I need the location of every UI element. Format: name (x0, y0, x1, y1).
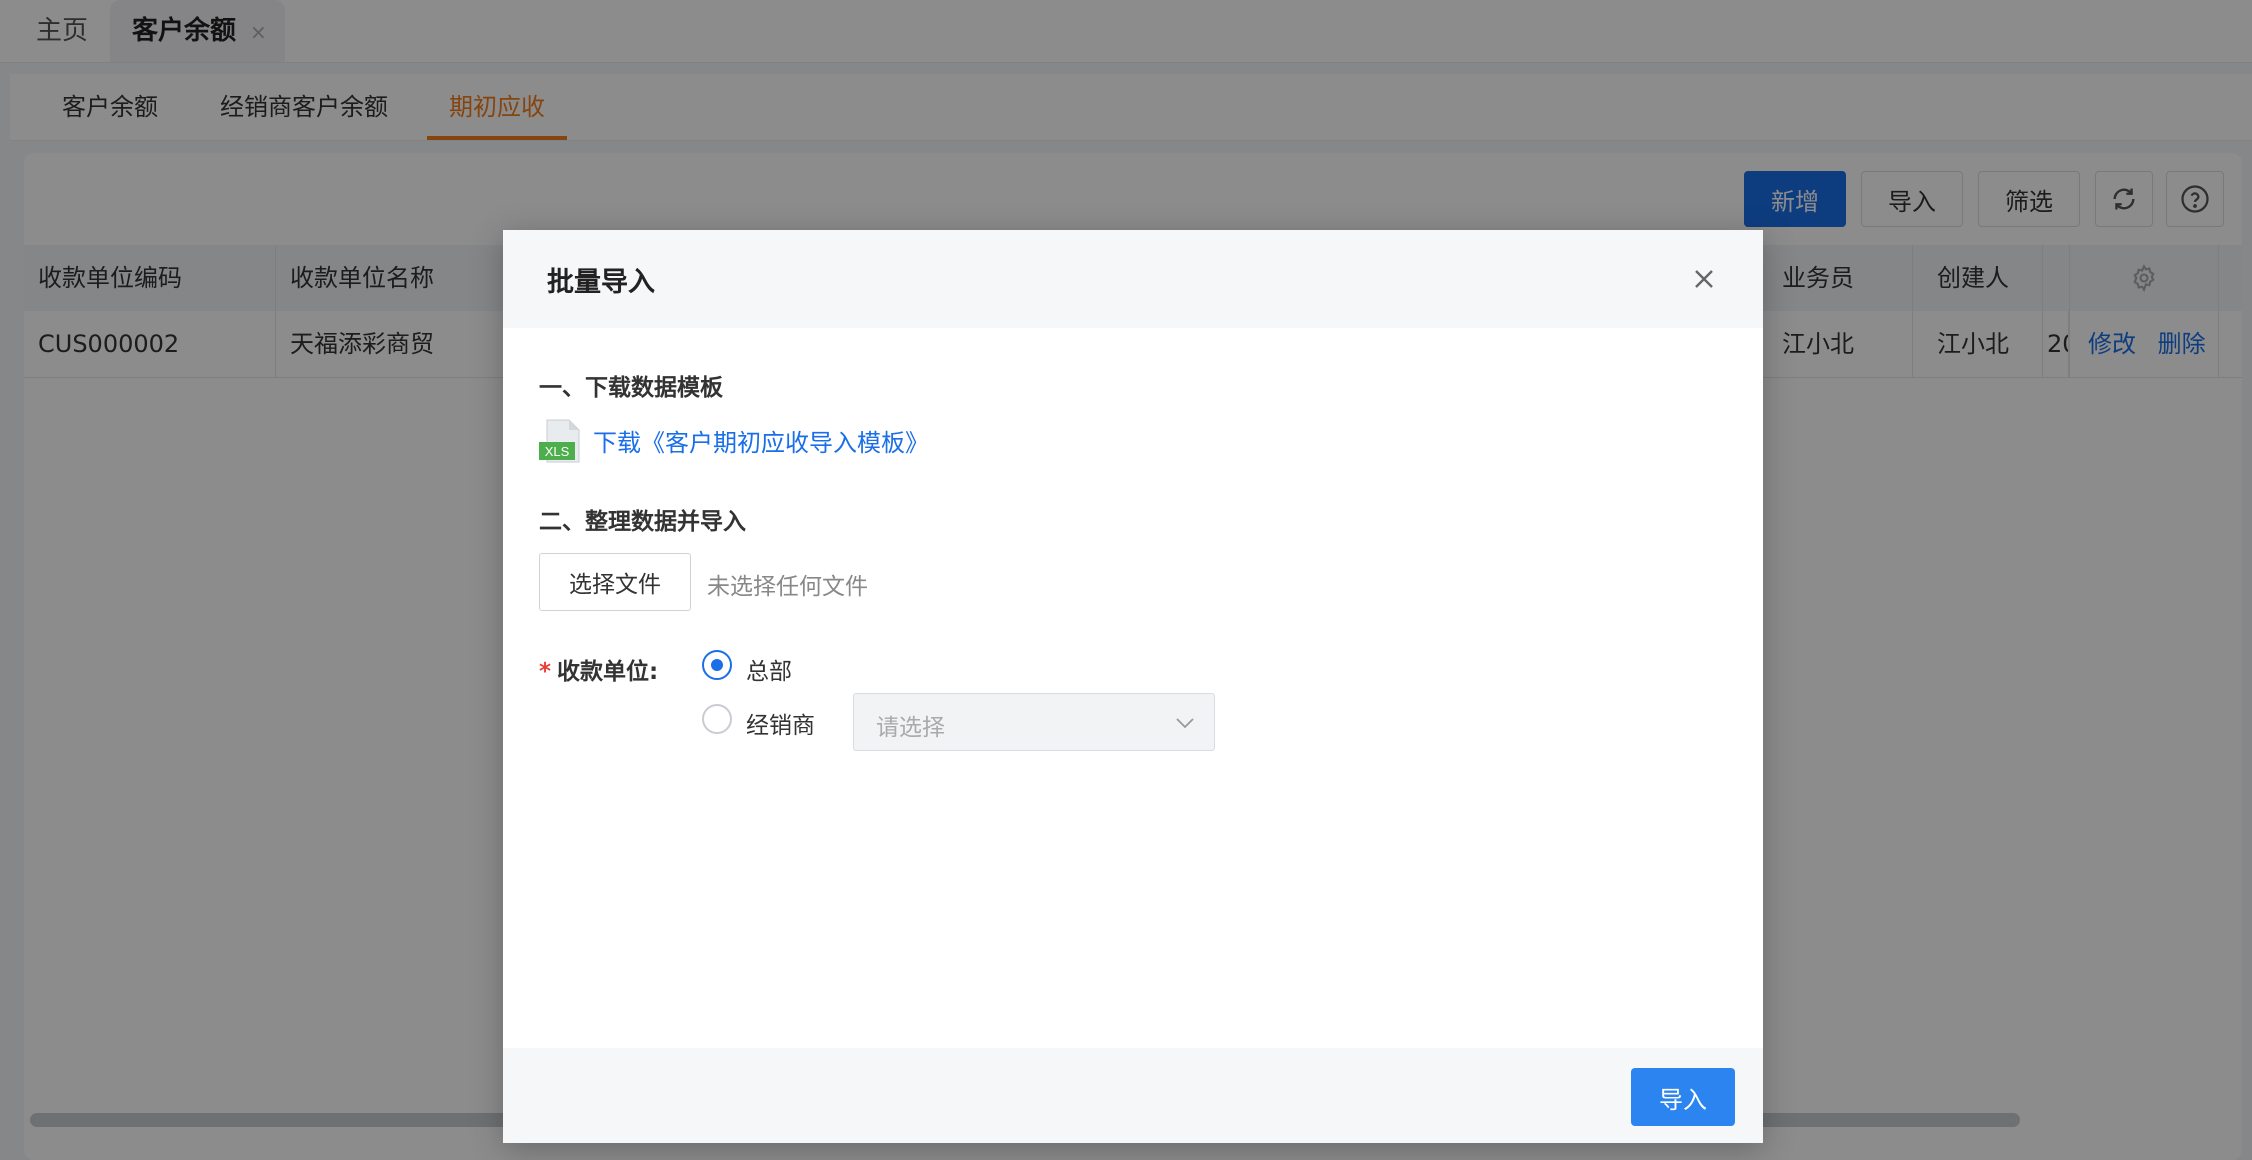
receiving-unit-label: * 收款单位: (539, 652, 658, 686)
no-file-text: 未选择任何文件 (707, 574, 868, 600)
download-template-link[interactable]: 下载《客户期初应收导入模板》 (593, 423, 929, 458)
required-mark: * (539, 659, 552, 685)
batch-import-dialog: 批量导入 一、下载数据模板 XLS 下载《客户期初应收导入模板》 二、整理数据并… (503, 230, 1763, 1143)
chevron-down-icon (1176, 718, 1194, 729)
xls-icon-label: XLS (545, 444, 570, 459)
select-placeholder: 请选择 (876, 715, 945, 741)
dialog-title: 批量导入 (547, 267, 655, 298)
radio-headquarters[interactable] (702, 650, 732, 680)
step2-title: 二、整理数据并导入 (539, 509, 746, 535)
dialog-header: 批量导入 (503, 230, 1763, 328)
radio-dealer[interactable] (702, 704, 732, 734)
radio-dealer-label[interactable]: 经销商 (746, 706, 815, 740)
dialog-footer (503, 1048, 1763, 1143)
confirm-import-button[interactable]: 导入 (1631, 1068, 1735, 1126)
dealer-select[interactable]: 请选择 (853, 693, 1215, 751)
step1-title: 一、下载数据模板 (539, 375, 723, 401)
xls-file-icon: XLS (539, 418, 583, 464)
radio-headquarters-label[interactable]: 总部 (746, 652, 792, 686)
close-icon[interactable] (1687, 262, 1721, 296)
choose-file-button[interactable]: 选择文件 (539, 553, 691, 611)
label-text: 收款单位: (557, 659, 659, 685)
